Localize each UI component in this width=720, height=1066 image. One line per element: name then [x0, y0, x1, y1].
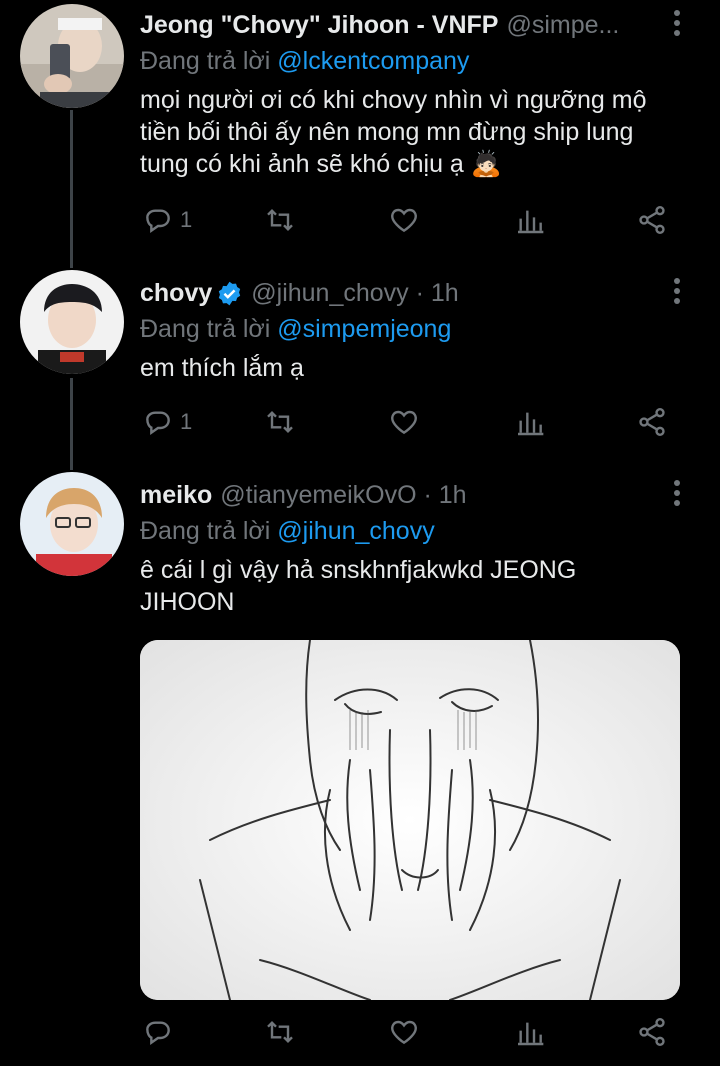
reply-prefix: Đang trả lời	[140, 315, 271, 343]
retweet-button[interactable]	[264, 200, 296, 240]
tweet-1[interactable]: Jeong "Chovy" Jihoon - VNFP @simpe... Đa…	[0, 0, 720, 260]
retweet-icon	[267, 208, 293, 232]
reply-button[interactable]: 1	[142, 402, 192, 442]
user-handle[interactable]: @simpe...	[506, 11, 619, 40]
like-icon	[391, 1020, 417, 1045]
reply-count: 1	[180, 207, 193, 232]
display-name[interactable]: chovy	[140, 279, 212, 308]
like-button[interactable]	[388, 402, 420, 442]
tweet-2-actions: 1	[140, 402, 680, 442]
tweet-3-actions	[140, 1012, 680, 1052]
reply-mention-link[interactable]: @simpemjeong	[277, 315, 451, 343]
share-icon	[639, 1018, 665, 1046]
tweet-text: ê cái l gì vậy hả snskhnfjakwkd JEONG JI…	[140, 556, 577, 616]
avatar-jeong[interactable]	[20, 4, 124, 108]
analytics-icon	[518, 412, 544, 436]
analytics-icon	[518, 210, 544, 234]
tweet-2-header: chovy @jihun_chovy · 1h	[140, 274, 700, 312]
display-name[interactable]: Jeong "Chovy" Jihoon - VNFP	[140, 11, 498, 40]
share-button[interactable]	[636, 200, 668, 240]
reply-context: Đang trả lời @lckentcompany	[140, 44, 700, 78]
reply-mention-link[interactable]: @lckentcompany	[277, 47, 469, 75]
share-button[interactable]	[636, 402, 668, 442]
analytics-button[interactable]	[514, 1012, 546, 1052]
retweet-button[interactable]	[264, 402, 296, 442]
avatar-chovy[interactable]	[20, 270, 124, 374]
reply-prefix: Đang trả lời	[140, 47, 271, 75]
tweet-1-actions: 1	[140, 200, 680, 240]
analytics-icon	[518, 1022, 544, 1046]
reply-icon	[146, 1021, 170, 1045]
retweet-button[interactable]	[264, 1012, 296, 1052]
reply-count: 1	[180, 409, 193, 434]
more-icon[interactable]	[674, 278, 682, 308]
retweet-icon	[267, 410, 293, 434]
reply-context: Đang trả lời @jihun_chovy	[140, 514, 700, 548]
tweet-text: em thích lắm ạ	[140, 354, 304, 382]
like-button[interactable]	[388, 1012, 420, 1052]
like-icon	[391, 208, 417, 233]
avatar-meiko[interactable]	[20, 472, 124, 576]
verified-icon	[219, 281, 241, 305]
like-button[interactable]	[388, 200, 420, 240]
reply-context: Đang trả lời @simpemjeong	[140, 312, 700, 346]
tweet-3-header: meiko @tianyemeikOvO · 1h	[140, 476, 700, 514]
analytics-button[interactable]	[514, 402, 546, 442]
tweet-text: mọi người ơi có khi chovy nhìn vì ngưỡng…	[140, 86, 647, 178]
tweet-1-header: Jeong "Chovy" Jihoon - VNFP @simpe...	[140, 6, 700, 44]
share-icon	[639, 206, 665, 234]
retweet-icon	[267, 1020, 293, 1044]
user-handle[interactable]: @tianyemeikOvO · 1h	[220, 481, 466, 510]
reply-mention-link[interactable]: @jihun_chovy	[277, 517, 434, 545]
share-button[interactable]	[636, 1012, 668, 1052]
share-icon	[639, 408, 665, 436]
more-icon[interactable]	[674, 10, 682, 40]
more-icon[interactable]	[674, 480, 682, 510]
reply-button[interactable]	[142, 1012, 180, 1052]
reply-prefix: Đang trả lời	[140, 517, 271, 545]
reply-button[interactable]: 1	[142, 200, 192, 240]
tweet-media-image[interactable]	[140, 640, 680, 1000]
tweet-2[interactable]: chovy @jihun_chovy · 1h Đang trả lời @si…	[0, 268, 720, 458]
user-handle[interactable]: @jihun_chovy · 1h	[251, 279, 458, 308]
analytics-button[interactable]	[514, 200, 546, 240]
reply-icon	[146, 411, 170, 435]
display-name[interactable]: meiko	[140, 481, 212, 510]
reply-icon	[146, 209, 170, 233]
like-icon	[391, 410, 417, 435]
